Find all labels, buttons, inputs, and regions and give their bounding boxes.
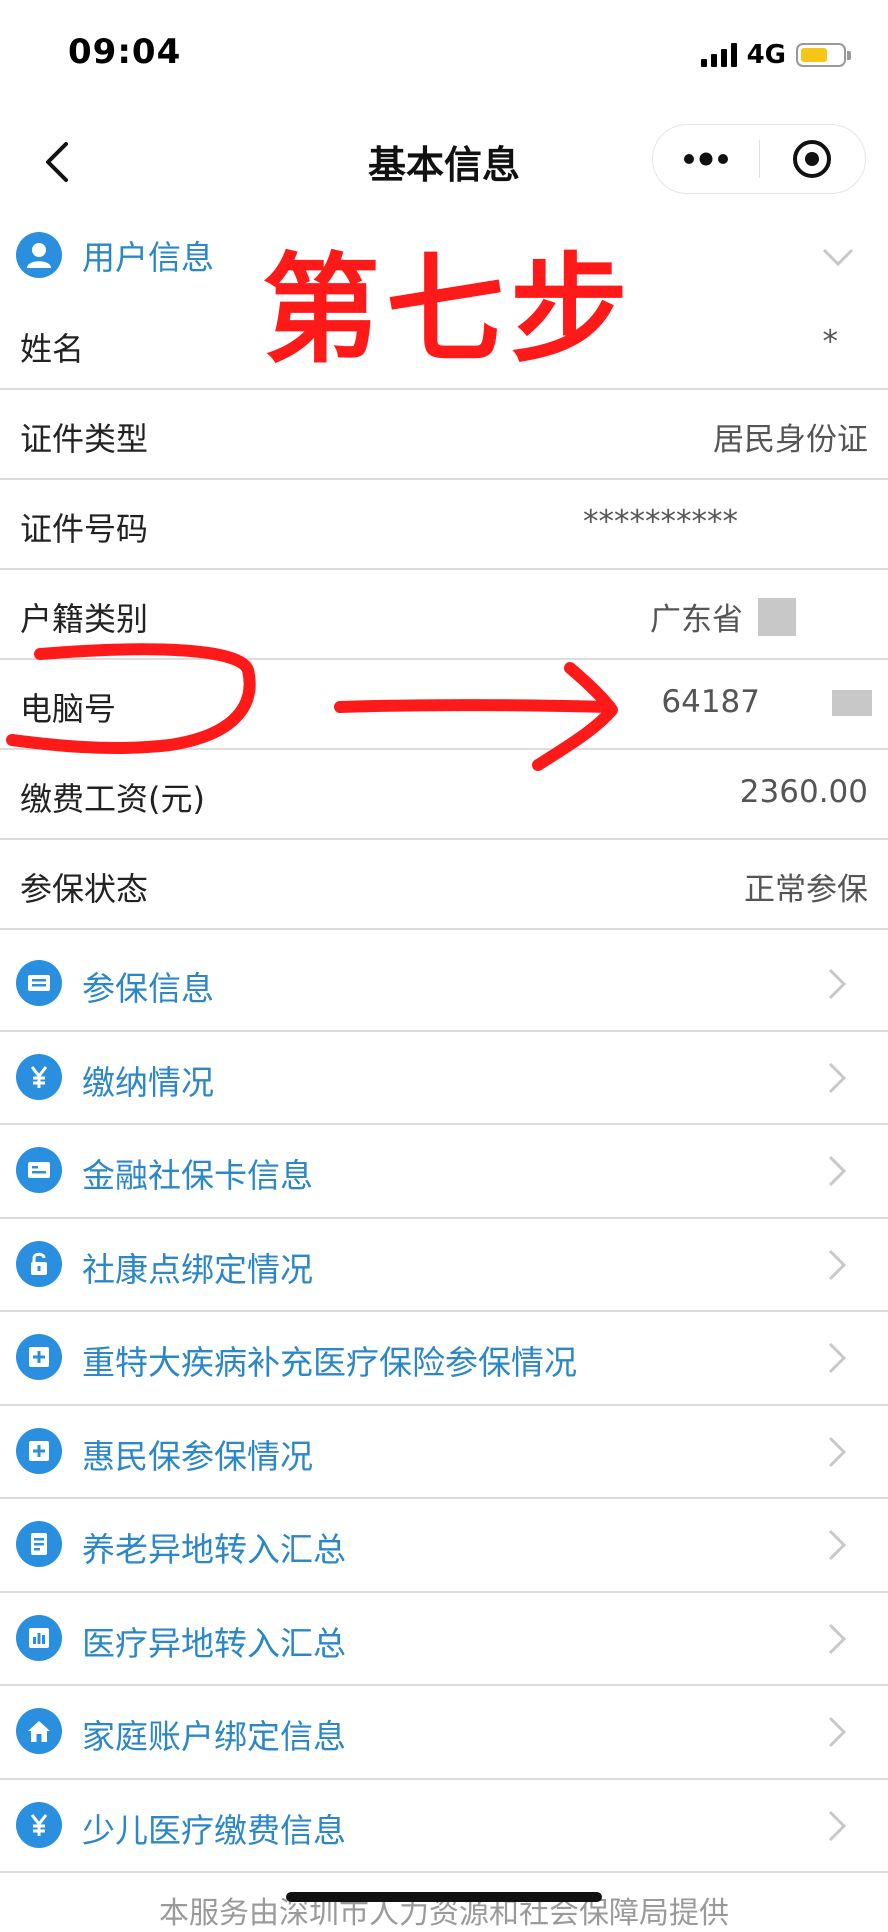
menu-item-insurance-info[interactable]: 参保信息: [0, 938, 888, 1032]
info-row-computer-number: 电脑号 64187: [0, 660, 888, 750]
redaction-block: [758, 598, 796, 636]
info-value: *: [822, 324, 839, 360]
mini-program-capsule: [652, 124, 866, 194]
info-value: 64187: [661, 684, 760, 720]
home-icon: [16, 1708, 62, 1754]
info-label: 姓名: [20, 330, 85, 368]
medical-plus-icon: [16, 1427, 62, 1474]
info-label: 参保状态: [20, 870, 149, 908]
info-row-salary: 缴费工资(元) 2360.00: [0, 750, 888, 840]
section-title: 用户信息: [82, 238, 214, 277]
nav-bar: 基本信息: [0, 110, 888, 210]
info-value: **********: [583, 504, 738, 540]
menu-item-label: 家庭账户绑定信息: [82, 1717, 346, 1756]
chevron-right-icon: [828, 1623, 847, 1654]
menu-item-social-card[interactable]: 金融社保卡信息: [0, 1125, 888, 1219]
user-info-list: 姓名 * 证件类型 居民身份证 证件号码 ********** 户籍类别 广东省…: [0, 300, 888, 930]
info-row-id-number: 证件号码 **********: [0, 480, 888, 570]
chevron-right-icon: [828, 1529, 847, 1561]
menu-list: 参保信息 缴纳情况 金融社保卡信息 社康点绑定情况 重特大疾病补充医疗保险参保情…: [0, 938, 888, 1873]
yen-icon: [16, 1801, 62, 1848]
menu-item-child-medical[interactable]: 少儿医疗缴费信息: [0, 1780, 888, 1873]
menu-item-pension-transfer[interactable]: 养老异地转入汇总: [0, 1499, 888, 1593]
lock-icon: [16, 1240, 62, 1287]
menu-item-label: 少儿医疗缴费信息: [82, 1810, 346, 1850]
info-row-household: 户籍类别 广东省: [0, 570, 888, 660]
redaction-block: [832, 690, 872, 716]
menu-item-medical-transfer[interactable]: 医疗异地转入汇总: [0, 1593, 888, 1686]
close-mini-program-button[interactable]: [760, 125, 866, 193]
info-value: 正常参保: [744, 872, 868, 908]
user-icon: [16, 232, 62, 278]
chevron-right-icon: [828, 1249, 847, 1280]
menu-item-label: 医疗异地转入汇总: [82, 1623, 346, 1663]
network-label: 4G: [746, 40, 786, 70]
menu-item-label: 参保信息: [82, 969, 214, 1008]
info-label: 电脑号: [20, 690, 117, 728]
info-label: 证件号码: [20, 510, 149, 548]
info-value: 2360.00: [739, 774, 868, 810]
home-indicator: [286, 1892, 602, 1902]
menu-item-label: 惠民保参保情况: [82, 1436, 313, 1476]
chevron-right-icon: [828, 1155, 847, 1187]
menu-item-label: 缴纳情况: [82, 1062, 214, 1102]
menu-item-huiminbao[interactable]: 惠民保参保情况: [0, 1406, 888, 1499]
chevron-right-icon: [828, 1716, 847, 1748]
menu-item-clinic-binding[interactable]: 社康点绑定情况: [0, 1219, 888, 1312]
menu-item-payment-status[interactable]: 缴纳情况: [0, 1032, 888, 1125]
medical-plus-icon: [16, 1334, 62, 1380]
status-bar: 09:04 4G: [0, 0, 888, 110]
document-icon: [16, 1521, 62, 1567]
info-value: 广东省: [650, 602, 743, 638]
card-icon: [16, 1147, 62, 1193]
info-value: 居民身份证: [713, 422, 868, 458]
menu-item-family-account[interactable]: 家庭账户绑定信息: [0, 1686, 888, 1780]
info-label: 缴费工资(元): [20, 780, 205, 818]
id-card-icon: [16, 960, 62, 1006]
chevron-right-icon: [828, 1810, 847, 1841]
signal-icon: [700, 43, 737, 67]
info-label: 户籍类别: [20, 600, 149, 638]
menu-item-label: 养老异地转入汇总: [82, 1530, 346, 1569]
bar-chart-icon: [16, 1614, 62, 1661]
yen-icon: [16, 1053, 62, 1100]
chevron-down-icon: [822, 248, 854, 267]
menu-item-critical-illness[interactable]: 重特大疾病补充医疗保险参保情况: [0, 1312, 888, 1406]
menu-item-label: 重特大疾病补充医疗保险参保情况: [82, 1343, 577, 1382]
more-button[interactable]: [653, 125, 759, 193]
status-indicators: 4G: [700, 40, 851, 70]
chevron-right-icon: [828, 1436, 847, 1467]
annotation-step-text: 第七步: [262, 241, 635, 379]
info-label: 证件类型: [20, 420, 149, 458]
target-circle-icon: [793, 140, 832, 178]
info-row-status: 参保状态 正常参保: [0, 840, 888, 930]
menu-item-label: 社康点绑定情况: [82, 1249, 313, 1289]
more-dots-icon: [683, 152, 728, 166]
info-row-id-type: 证件类型 居民身份证: [0, 390, 888, 480]
chevron-right-icon: [828, 1342, 847, 1374]
status-time: 09:04: [68, 32, 182, 72]
battery-icon: [796, 43, 851, 67]
chevron-right-icon: [828, 1062, 847, 1093]
menu-item-label: 金融社保卡信息: [82, 1156, 313, 1195]
chevron-right-icon: [828, 968, 847, 1000]
